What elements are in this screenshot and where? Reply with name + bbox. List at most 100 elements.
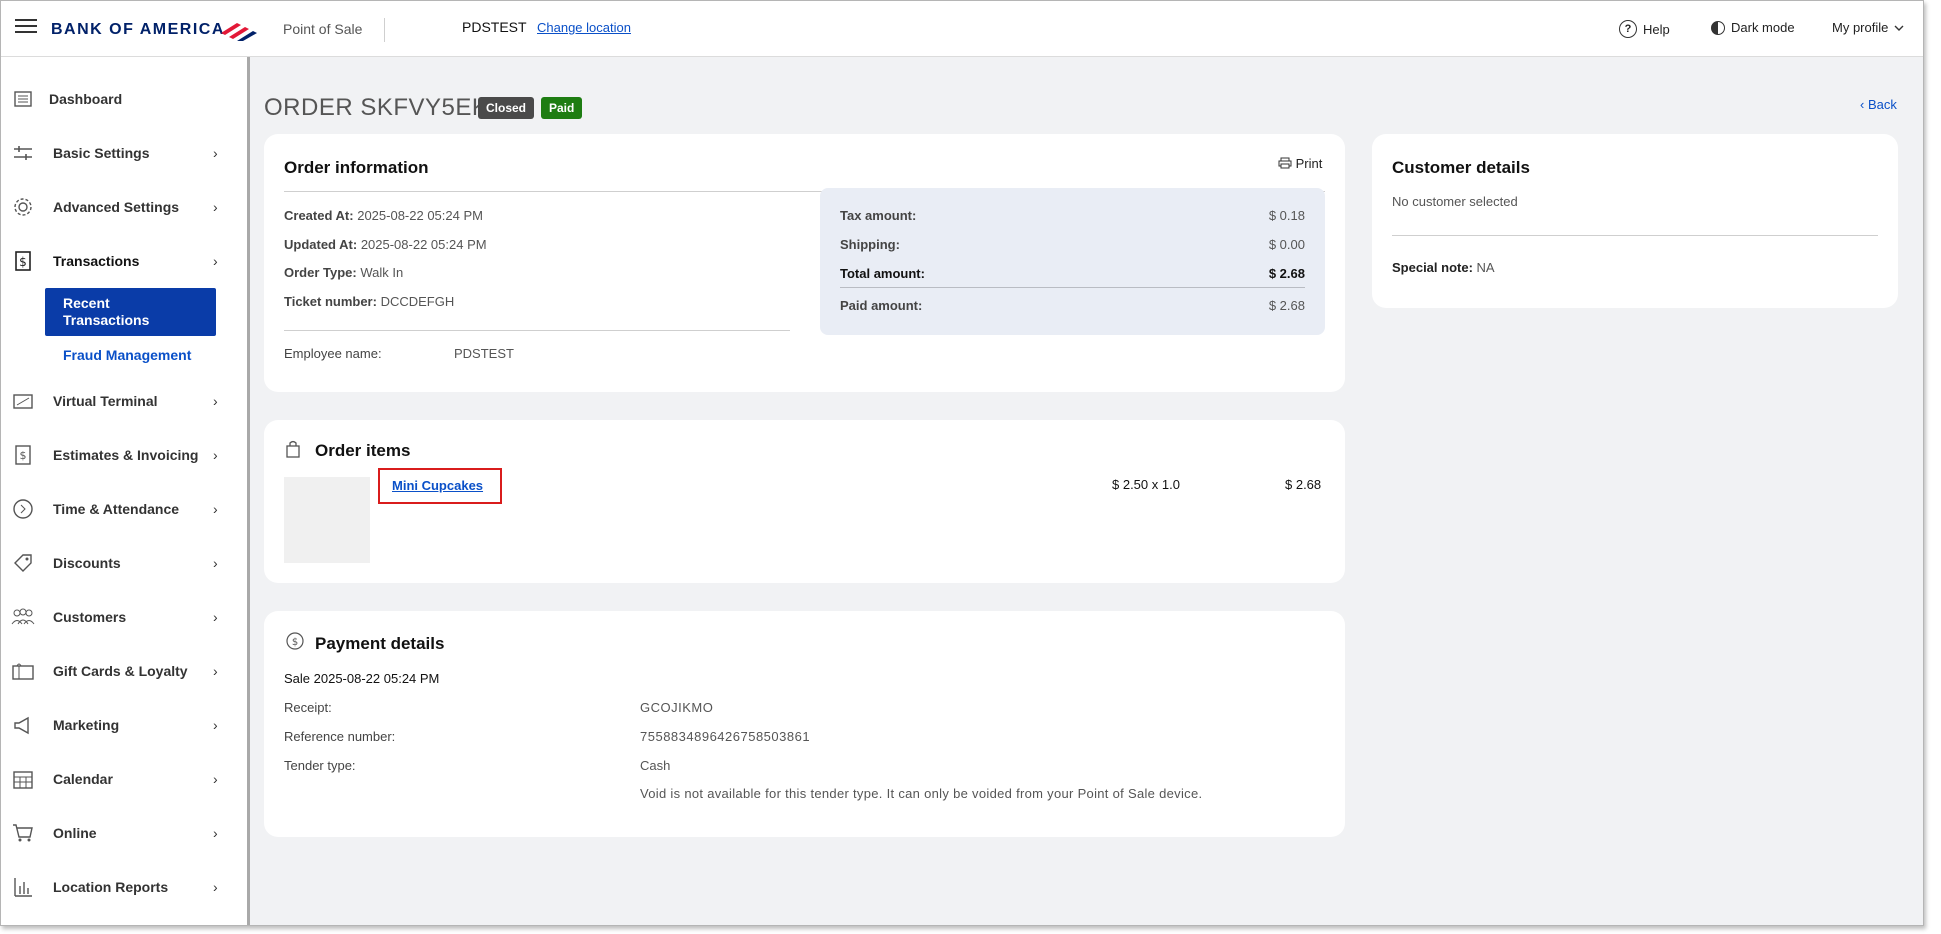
item-total: $ 2.68: [1285, 477, 1322, 492]
sidebar-item-label: Basic Settings: [53, 145, 150, 161]
chevron-down-icon: [1894, 25, 1904, 31]
chevron-right-icon: ›: [213, 501, 218, 517]
employee-value: PDSTEST: [454, 346, 514, 361]
app-name: Point of Sale: [283, 21, 363, 37]
chevron-right-icon: ›: [213, 609, 218, 625]
status-badge-closed: Closed: [478, 97, 535, 119]
no-customer-text: No customer selected: [1392, 194, 1518, 209]
main-content: ORDER SKFVY5EK Closed Paid ‹ Back Order …: [250, 57, 1923, 925]
card-title: Customer details: [1392, 158, 1530, 177]
svg-text:$: $: [19, 255, 27, 269]
sidebar-item-discounts[interactable]: Discounts ›: [1, 543, 247, 583]
order-type: Order Type: Walk In: [284, 265, 404, 280]
total-row: Total amount: $ 2.68: [840, 266, 1305, 281]
shopping-bag-icon: [286, 440, 300, 458]
help-button[interactable]: ? Help: [1619, 20, 1670, 38]
chevron-right-icon: ›: [213, 771, 218, 787]
order-items-card: Order items Mini Cupcakes $ 2.50 x 1.0 $…: [264, 420, 1345, 583]
sidebar-item-label: Dashboard: [49, 91, 123, 107]
special-note: Special note: NA: [1392, 260, 1495, 275]
card-title: Payment details: [315, 634, 445, 653]
reference-value: 7558834896426758503861: [640, 729, 811, 744]
sidebar-item-label: Transactions: [53, 253, 140, 269]
sidebar-item-calendar[interactable]: Calendar ›: [1, 759, 247, 799]
change-location-link[interactable]: Change location: [537, 20, 631, 35]
order-summary-panel: Tax amount: $ 0.18 Shipping: $ 0.00 Tota…: [820, 188, 1325, 335]
svg-text:$: $: [20, 449, 27, 462]
print-button[interactable]: Print: [1278, 156, 1322, 171]
sidebar-item-label: Advanced Settings: [53, 199, 180, 215]
sidebar-item-basic-settings[interactable]: Basic Settings ›: [1, 133, 247, 173]
dollar-circle-icon: $: [286, 632, 304, 650]
bar-chart-icon: [11, 875, 35, 899]
back-link[interactable]: ‹ Back: [1860, 97, 1897, 112]
sidebar: Dashboard Basic Settings › Advanced Sett…: [1, 57, 250, 925]
order-information-card: Order information Print Created At: 2025…: [264, 134, 1345, 392]
sidebar-item-dashboard[interactable]: Dashboard: [1, 79, 247, 119]
invoice-icon: $: [11, 443, 35, 467]
reference-label: Reference number:: [284, 729, 396, 744]
sidebar-item-online[interactable]: Online ›: [1, 813, 247, 853]
card-title: Order information: [284, 158, 429, 177]
gear-icon: [11, 195, 35, 219]
sidebar-item-label: Location Reports: [53, 879, 169, 895]
help-icon: ?: [1619, 20, 1637, 38]
divider: [284, 330, 790, 331]
sidebar-subitem-fraud-management[interactable]: Fraud Management: [63, 347, 191, 363]
sidebar-item-marketing[interactable]: Marketing ›: [1, 705, 247, 745]
sidebar-subitem-label: Recent Transactions: [63, 295, 150, 328]
dark-mode-icon: [1711, 20, 1725, 35]
sidebar-item-location-reports[interactable]: Location Reports ›: [1, 867, 247, 907]
sidebar-item-gift-cards-loyalty[interactable]: Gift Cards & Loyalty ›: [1, 651, 247, 691]
header-divider: [384, 18, 385, 42]
sidebar-item-time-attendance[interactable]: Time & Attendance ›: [1, 489, 247, 529]
menu-icon[interactable]: [15, 19, 37, 37]
sale-line: Sale 2025-08-22 05:24 PM: [284, 671, 440, 686]
chevron-right-icon: ›: [213, 879, 218, 895]
payment-details-card: $ Payment details Sale 2025-08-22 05:24 …: [264, 611, 1345, 837]
store-name: PDSTEST: [462, 19, 527, 35]
sidebar-item-virtual-terminal[interactable]: Virtual Terminal ›: [1, 381, 247, 421]
sidebar-subitem-recent-transactions[interactable]: Recent Transactions: [45, 288, 216, 336]
gift-card-icon: [11, 659, 35, 683]
sidebar-item-transactions[interactable]: $ Transactions ›: [1, 241, 247, 281]
cart-icon: [11, 821, 35, 845]
sidebar-item-customers[interactable]: Customers ›: [1, 597, 247, 637]
sidebar-item-label: Estimates & Invoicing: [53, 447, 199, 463]
card-title: Order items: [315, 441, 411, 460]
sidebar-item-label: Time & Attendance: [53, 501, 180, 517]
sidebar-item-label: Gift Cards & Loyalty: [53, 663, 188, 679]
sidebar-item-advanced-settings[interactable]: Advanced Settings ›: [1, 187, 247, 227]
printer-icon: [1278, 157, 1292, 169]
chevron-right-icon: ›: [213, 393, 218, 409]
dark-mode-label: Dark mode: [1731, 20, 1795, 35]
profile-menu[interactable]: My profile: [1832, 20, 1904, 35]
void-note: Void is not available for this tender ty…: [640, 786, 1203, 801]
divider: [1392, 235, 1878, 236]
tag-icon: [11, 551, 35, 575]
sidebar-item-estimates-invoicing[interactable]: $ Estimates & Invoicing ›: [1, 435, 247, 475]
sidebar-item-label: Online: [53, 825, 97, 841]
tender-value: Cash: [640, 758, 671, 773]
chevron-right-icon: ›: [213, 825, 218, 841]
clock-icon: [11, 497, 35, 521]
item-name: Mini Cupcakes: [392, 478, 484, 493]
item-name-link[interactable]: Mini Cupcakes: [378, 468, 502, 504]
chevron-left-icon: ‹: [1860, 97, 1865, 112]
dashboard-icon: [11, 87, 35, 111]
chevron-right-icon: ›: [213, 555, 218, 571]
sidebar-item-label: Customers: [53, 609, 127, 625]
profile-label: My profile: [1832, 20, 1889, 35]
chevron-right-icon: ›: [213, 447, 218, 463]
brand-logo-text: BANK OF AMERICA: [51, 21, 225, 38]
svg-text:$: $: [292, 637, 298, 648]
ticket-number: Ticket number: DCCDEFGH: [284, 294, 455, 309]
terminal-icon: [11, 389, 35, 413]
chevron-right-icon: ›: [213, 199, 218, 215]
help-label: Help: [1643, 21, 1670, 37]
divider: [840, 287, 1305, 288]
dark-mode-toggle[interactable]: Dark mode: [1711, 20, 1795, 35]
megaphone-icon: [11, 713, 35, 737]
sidebar-item-label: Marketing: [53, 717, 120, 733]
updated-at: Updated At: 2025-08-22 05:24 PM: [284, 237, 487, 252]
